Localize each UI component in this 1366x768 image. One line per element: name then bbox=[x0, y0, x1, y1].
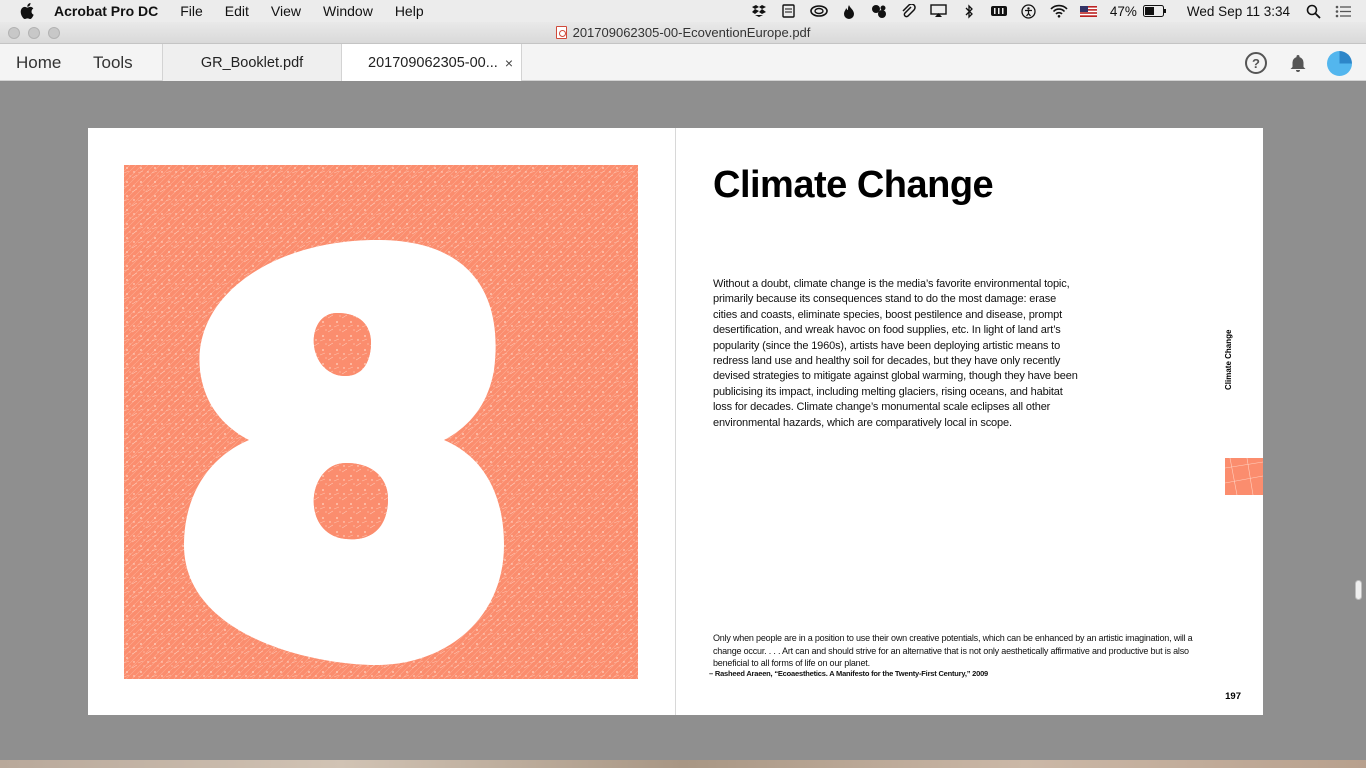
menu-help[interactable]: Help bbox=[395, 3, 424, 19]
desktop-background-strip bbox=[0, 760, 1366, 768]
battery-icon[interactable] bbox=[1142, 3, 1167, 19]
pdf-file-icon bbox=[555, 26, 567, 39]
dropbox-tray-icon[interactable] bbox=[750, 3, 768, 19]
apple-menu-icon[interactable] bbox=[18, 2, 36, 20]
accessibility-tray-icon[interactable] bbox=[1020, 3, 1038, 19]
help-glyph: ? bbox=[1252, 55, 1260, 71]
battery-percent: 47% bbox=[1109, 3, 1137, 19]
epigraph-quote: Only when people are in a position to us… bbox=[713, 633, 1193, 668]
running-section-label: Climate Change bbox=[1224, 329, 1233, 390]
creative-cloud-tray-icon[interactable] bbox=[810, 3, 828, 19]
tools-tab[interactable]: Tools bbox=[93, 53, 133, 73]
menu-file[interactable]: File bbox=[180, 3, 203, 19]
chapter-number-artwork: 8 bbox=[124, 165, 638, 679]
page-number: 197 bbox=[1225, 691, 1241, 702]
keyboard-tray-icon[interactable] bbox=[990, 3, 1008, 19]
home-tab[interactable]: Home bbox=[16, 53, 61, 73]
epigraph-source: – Rasheed Araeen, “Ecoaesthetics. A Mani… bbox=[709, 669, 989, 678]
notifications-bell-icon[interactable] bbox=[1288, 53, 1308, 73]
vertical-scrollbar-thumb[interactable] bbox=[1355, 580, 1362, 600]
sync-tray-icon[interactable] bbox=[870, 3, 888, 19]
menu-view[interactable]: View bbox=[271, 3, 301, 19]
section-color-tab bbox=[1225, 458, 1263, 495]
clock[interactable]: Wed Sep 11 3:34 bbox=[1187, 4, 1290, 19]
close-tab-icon[interactable]: × bbox=[505, 55, 513, 71]
pdf-page-left: 8 bbox=[88, 128, 675, 715]
acrobat-toolbar: Home Tools GR_Booklet.pdf 201709062305-0… bbox=[0, 44, 1366, 81]
notification-center-icon[interactable] bbox=[1334, 3, 1352, 19]
window-titlebar: 201709062305-00-EcoventionEurope.pdf bbox=[0, 22, 1366, 44]
document-viewport[interactable]: 8 Climate Change Without a doubt, climat… bbox=[0, 82, 1366, 768]
bluetooth-tray-icon[interactable] bbox=[960, 3, 978, 19]
pdf-page-right: Climate Change Without a doubt, climate … bbox=[676, 128, 1263, 715]
chapter-body-text: Without a doubt, climate change is the m… bbox=[713, 278, 1078, 429]
help-icon[interactable]: ? bbox=[1245, 52, 1267, 74]
user-avatar[interactable] bbox=[1327, 51, 1352, 76]
document-tab-label: 201709062305-00... bbox=[368, 54, 498, 71]
notes-tray-icon[interactable] bbox=[780, 3, 798, 19]
spotlight-search-icon[interactable] bbox=[1304, 3, 1322, 19]
document-tab-ecovention[interactable]: 201709062305-00... × bbox=[342, 44, 522, 81]
window-title: 201709062305-00-EcoventionEurope.pdf bbox=[0, 25, 1366, 40]
app-name-menu[interactable]: Acrobat Pro DC bbox=[54, 3, 158, 19]
document-tab-label: GR_Booklet.pdf bbox=[200, 54, 304, 71]
airplay-tray-icon[interactable] bbox=[930, 3, 948, 19]
menu-window[interactable]: Window bbox=[323, 3, 373, 19]
flame-tray-icon[interactable] bbox=[840, 3, 858, 19]
document-tab-gr-booklet[interactable]: GR_Booklet.pdf bbox=[162, 44, 342, 81]
window-title-text: 201709062305-00-EcoventionEurope.pdf bbox=[572, 25, 811, 40]
wifi-tray-icon[interactable] bbox=[1050, 3, 1068, 19]
us-flag-input-icon[interactable] bbox=[1080, 3, 1098, 19]
paperclip-tray-icon[interactable] bbox=[900, 3, 918, 19]
menu-bar: Acrobat Pro DC File Edit View Window Hel… bbox=[0, 0, 1366, 22]
menu-edit[interactable]: Edit bbox=[225, 3, 249, 19]
chapter-title: Climate Change bbox=[713, 164, 994, 206]
